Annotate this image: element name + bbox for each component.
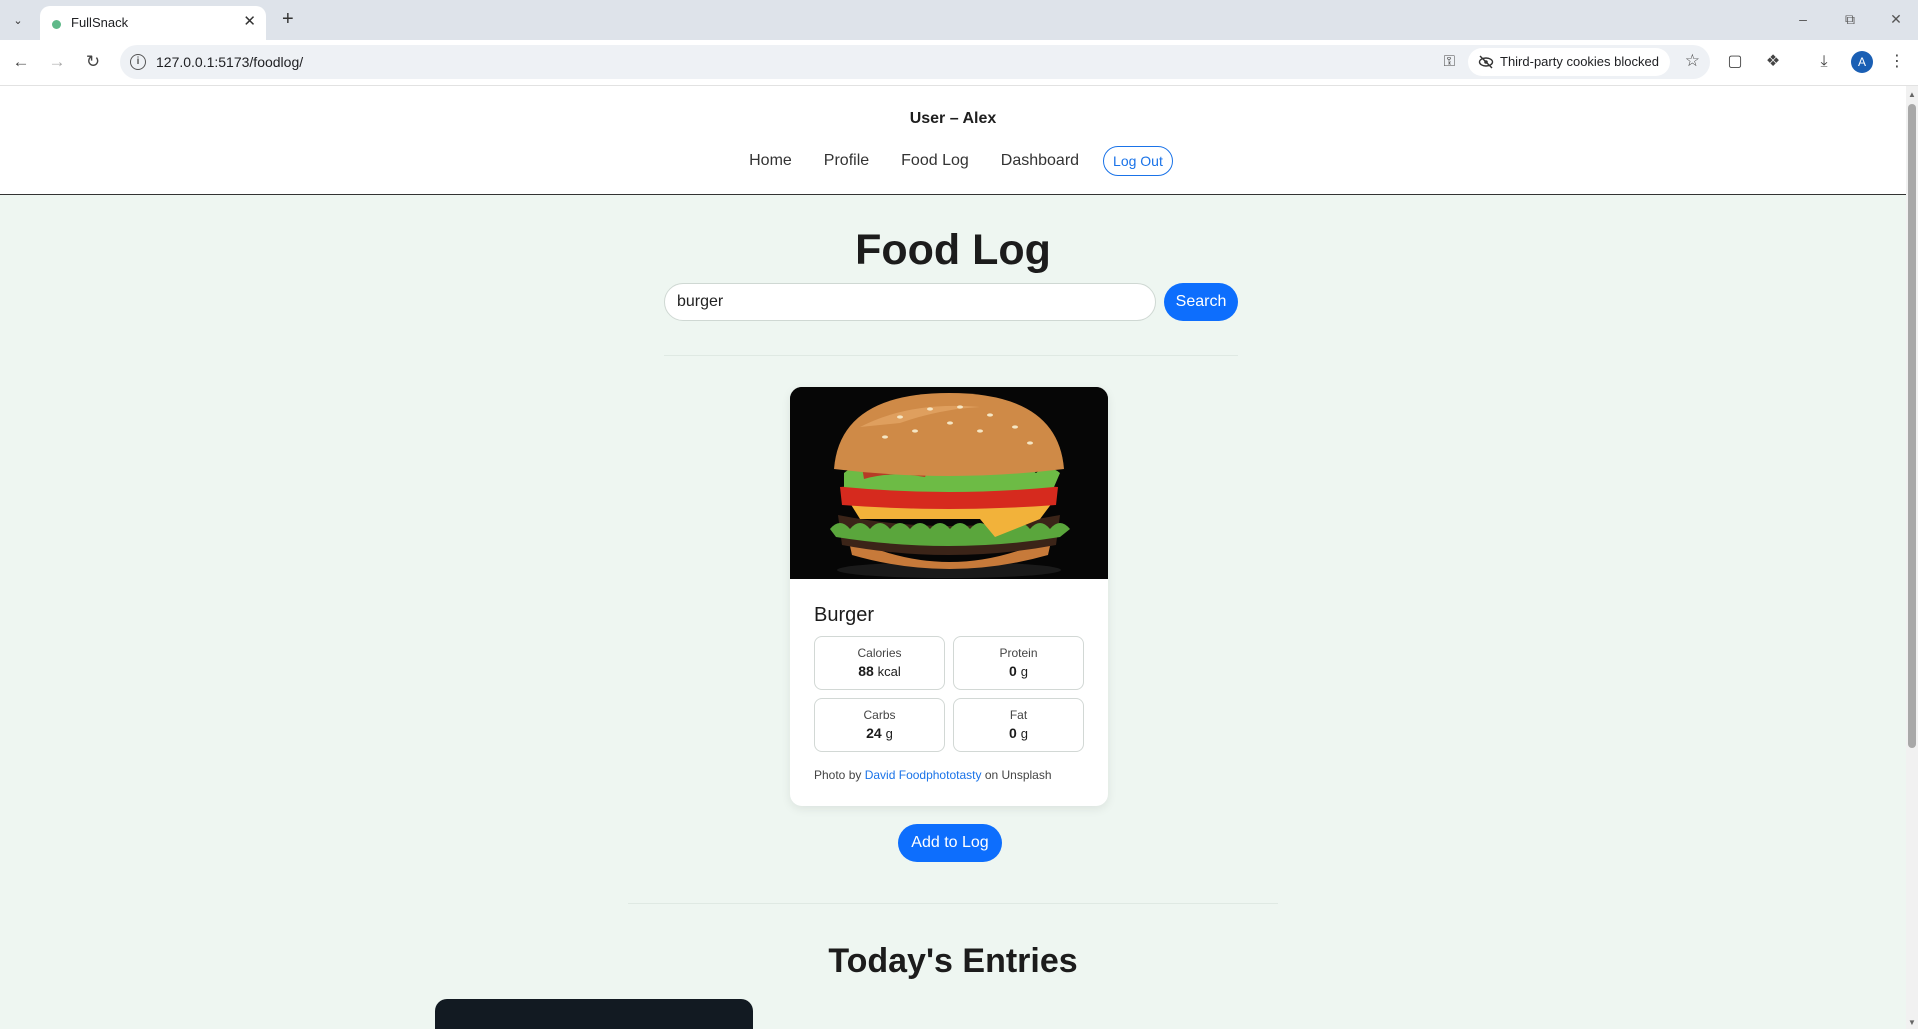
divider bbox=[664, 355, 1238, 356]
nav-food-log-link[interactable]: Food Log bbox=[901, 152, 969, 170]
browser-tabstrip: ⌄ FullSnack ✕ + – ⧉ ✕ bbox=[0, 0, 1918, 40]
key-icon[interactable]: ⚿ bbox=[1444, 53, 1455, 70]
menu-kebab-icon[interactable]: ⋮ bbox=[1886, 52, 1908, 72]
logout-button[interactable]: Log Out bbox=[1103, 146, 1173, 176]
user-greeting: User – Alex bbox=[909, 110, 997, 127]
nav-home-link[interactable]: Home bbox=[749, 152, 792, 170]
close-window-icon[interactable]: ✕ bbox=[1886, 9, 1906, 29]
extension-badge-icon[interactable]: ▢ bbox=[1724, 52, 1746, 72]
entry-card bbox=[435, 999, 753, 1029]
protein-tile: Protein 0 g bbox=[953, 636, 1084, 690]
tab-title: FullSnack bbox=[71, 15, 129, 30]
scroll-thumb[interactable] bbox=[1908, 104, 1916, 748]
tab-search-chevron-icon[interactable]: ⌄ bbox=[8, 10, 28, 30]
todays-entries-title: Today's Entries bbox=[828, 942, 1078, 980]
page-scrollbar[interactable]: ▲ ▼ bbox=[1906, 86, 1918, 1029]
site-header: User – Alex Home Profile Food Log Dashbo… bbox=[0, 86, 1906, 195]
restore-icon[interactable]: ⧉ bbox=[1840, 9, 1860, 29]
protein-label: Protein bbox=[999, 646, 1038, 660]
url-text[interactable]: 127.0.0.1:5173/foodlog/ bbox=[156, 54, 303, 70]
food-result-card: Burger Calories 88 kcal Protein 0 g Carb… bbox=[790, 387, 1108, 806]
page-title: Food Log bbox=[855, 226, 1051, 274]
reload-icon[interactable]: ↻ bbox=[82, 52, 104, 72]
new-tab-icon[interactable]: + bbox=[282, 8, 294, 30]
forward-icon[interactable]: → bbox=[46, 52, 68, 72]
page-content: User – Alex Home Profile Food Log Dashbo… bbox=[0, 86, 1906, 1029]
browser-toolbar: ← → ↻ i 127.0.0.1:5173/foodlog/ ⚿ Third-… bbox=[0, 40, 1918, 86]
profile-avatar[interactable]: A bbox=[1851, 51, 1873, 73]
browser-tab[interactable]: FullSnack ✕ bbox=[40, 6, 266, 40]
carbs-label: Carbs bbox=[863, 708, 896, 722]
minimize-icon[interactable]: – bbox=[1793, 9, 1813, 29]
carbs-value: 24 g bbox=[866, 725, 893, 741]
bookmark-star-icon[interactable]: ☆ bbox=[1685, 51, 1700, 71]
nav-profile-link[interactable]: Profile bbox=[824, 152, 869, 170]
burger-photo bbox=[790, 387, 1108, 579]
photo-credit: Photo by David Foodphototasty on Unsplas… bbox=[814, 768, 1052, 782]
site-info-icon[interactable]: i bbox=[130, 54, 146, 70]
food-name: Burger bbox=[814, 604, 875, 626]
favicon-icon bbox=[52, 20, 61, 29]
close-tab-icon[interactable]: ✕ bbox=[243, 13, 256, 31]
protein-value: 0 g bbox=[1009, 663, 1028, 679]
food-search-input[interactable]: burger bbox=[664, 283, 1156, 321]
nav-dashboard-link[interactable]: Dashboard bbox=[1001, 152, 1079, 170]
photographer-link[interactable]: David Foodphototasty bbox=[865, 768, 982, 782]
fat-value: 0 g bbox=[1009, 725, 1028, 741]
third-party-cookies-chip[interactable]: Third-party cookies blocked bbox=[1468, 48, 1670, 76]
fat-tile: Fat 0 g bbox=[953, 698, 1084, 752]
add-to-log-button[interactable]: Add to Log bbox=[898, 824, 1002, 862]
calories-tile: Calories 88 kcal bbox=[814, 636, 945, 690]
calories-value: 88 kcal bbox=[858, 663, 901, 679]
back-icon[interactable]: ← bbox=[10, 52, 32, 72]
divider bbox=[628, 903, 1278, 904]
scroll-down-icon[interactable]: ▼ bbox=[1908, 1018, 1916, 1027]
eye-slash-icon bbox=[1478, 55, 1494, 69]
calories-label: Calories bbox=[857, 646, 902, 660]
search-button[interactable]: Search bbox=[1164, 283, 1238, 321]
scroll-up-icon[interactable]: ▲ bbox=[1908, 90, 1916, 99]
main-nav: Home Profile Food Log Dashboard Log Out bbox=[0, 146, 1906, 176]
carbs-tile: Carbs 24 g bbox=[814, 698, 945, 752]
address-bar[interactable]: i 127.0.0.1:5173/foodlog/ ⚿ Third-party … bbox=[120, 45, 1710, 79]
download-icon[interactable]: ⤓ bbox=[1813, 52, 1835, 72]
extensions-puzzle-icon[interactable]: ❖ bbox=[1762, 52, 1784, 72]
fat-label: Fat bbox=[1009, 708, 1028, 722]
cookie-notice-text: Third-party cookies blocked bbox=[1500, 54, 1659, 69]
